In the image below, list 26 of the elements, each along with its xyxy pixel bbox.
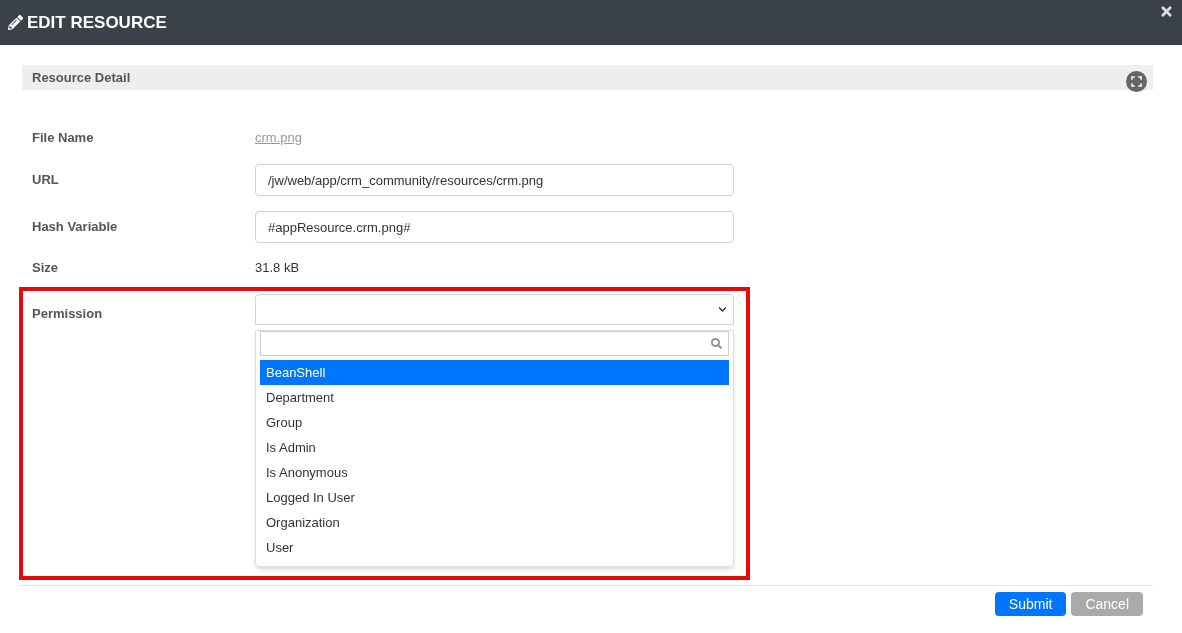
section-title: Resource Detail bbox=[32, 68, 131, 87]
dropdown-option[interactable]: BeanShell bbox=[260, 360, 729, 385]
field-label: URL bbox=[32, 171, 60, 190]
dropdown-option[interactable]: Logged In User bbox=[260, 485, 729, 510]
dropdown-option[interactable]: Group bbox=[260, 410, 729, 435]
close-button[interactable] bbox=[1159, 4, 1174, 19]
field-label: File Name bbox=[32, 129, 95, 148]
dropdown-option[interactable]: Is Admin bbox=[260, 435, 729, 460]
size-value: 31.8 kB bbox=[255, 259, 300, 278]
dropdown-option[interactable]: Department bbox=[260, 385, 729, 410]
field-label: Size bbox=[32, 259, 59, 278]
search-icon bbox=[711, 338, 722, 349]
chevron-down-icon bbox=[718, 305, 727, 314]
window-title: EDIT RESOURCE bbox=[27, 11, 167, 34]
text-field[interactable]: #appResource.crm.png# bbox=[255, 211, 734, 243]
field-label: Hash Variable bbox=[32, 218, 119, 237]
dropdown-option[interactable]: User bbox=[260, 535, 729, 560]
pencil-icon bbox=[8, 15, 23, 30]
submit-button[interactable]: Submit bbox=[994, 592, 1067, 616]
fullscreen-button[interactable] bbox=[1126, 71, 1147, 92]
dropdown-option[interactable]: Is Anonymous bbox=[260, 460, 729, 485]
text-field[interactable]: /jw/web/app/crm_community/resources/crm.png bbox=[255, 164, 734, 196]
field-label: Permission bbox=[32, 305, 104, 323]
search-field[interactable] bbox=[260, 331, 729, 356]
fullscreen-icon bbox=[1131, 76, 1142, 87]
dropdown-option[interactable]: Organization bbox=[260, 510, 729, 535]
